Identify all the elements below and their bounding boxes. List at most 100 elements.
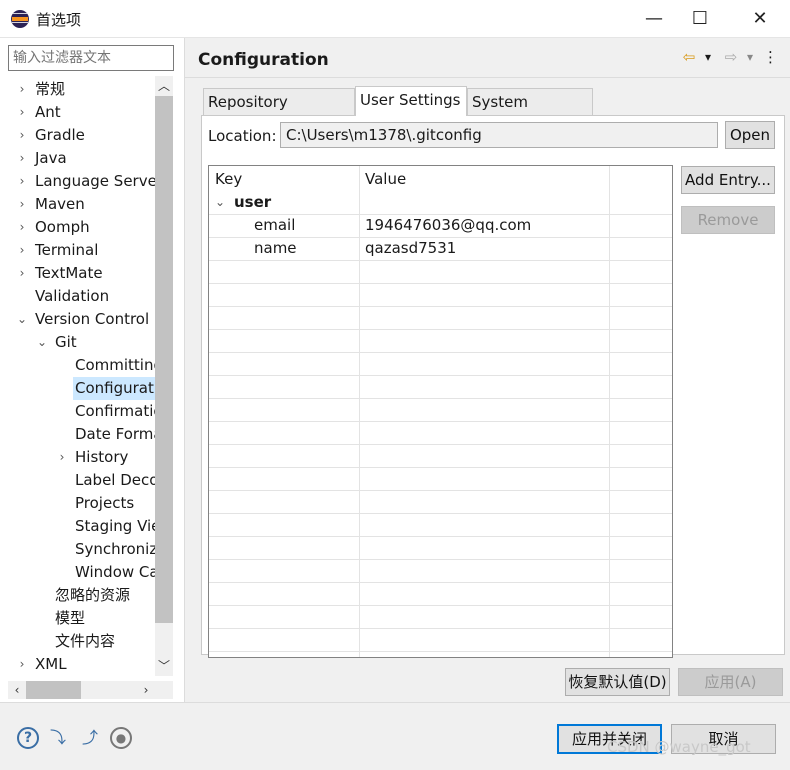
tree-item[interactable]: 文件内容 (0, 630, 155, 653)
scroll-thumb[interactable] (155, 96, 173, 623)
table-row-divider (209, 283, 672, 284)
tab-repository-settings[interactable]: Repository Settings (203, 88, 355, 137)
record-icon[interactable]: ● (110, 727, 132, 749)
collapsed-chevron-icon[interactable]: › (16, 216, 28, 239)
tree-item-label: 模型 (55, 609, 86, 627)
view-menu-icon[interactable]: ⋮ (763, 47, 778, 67)
table-row-divider (209, 375, 672, 376)
tab-user-settings[interactable]: User Settings (355, 86, 467, 116)
table-value-email[interactable]: 1946476036@qq.com (365, 214, 531, 237)
tree-item[interactable]: › History (0, 446, 155, 469)
column-header-key[interactable]: Key (209, 166, 359, 191)
tree-item[interactable]: Synchronize (0, 538, 155, 561)
open-button[interactable]: Open (725, 121, 775, 149)
collapsed-chevron-icon[interactable]: › (16, 147, 28, 170)
tree-item-label: Synchronize (75, 540, 155, 558)
table-row-divider (209, 467, 672, 468)
tree-item[interactable]: Label Decorations (0, 469, 155, 492)
tree-horizontal-scrollbar[interactable]: ‹ › (8, 681, 155, 699)
maximize-button[interactable]: ☐ (677, 0, 723, 38)
expanded-chevron-icon[interactable]: ⌄ (16, 308, 28, 331)
collapsed-chevron-icon[interactable]: › (56, 446, 68, 469)
tree-item[interactable]: Validation (0, 285, 155, 308)
back-dropdown-icon[interactable]: ▾ (701, 47, 715, 67)
scroll-up-icon[interactable]: ︿ (155, 76, 173, 96)
collapsed-chevron-icon[interactable]: › (16, 101, 28, 124)
help-icon[interactable]: ? (17, 727, 39, 749)
tree-item[interactable]: Staging View (0, 515, 155, 538)
collapsed-chevron-icon[interactable]: › (16, 262, 28, 285)
tree-item-label: Gradle (35, 126, 85, 144)
location-field: C:\Users\m1378\.gitconfig (280, 122, 718, 148)
tree-item-label: Label Decorations (75, 471, 155, 489)
expand-chevron-icon[interactable]: ⌄ (215, 191, 229, 214)
location-label: Location: (208, 127, 277, 145)
tree-item[interactable]: › Maven (0, 193, 155, 216)
tree-item[interactable]: Committing (0, 354, 155, 377)
forward-dropdown-icon[interactable]: ▾ (743, 47, 757, 67)
collapsed-chevron-icon[interactable]: › (16, 124, 28, 147)
tree-item[interactable]: ⌄ Git (0, 331, 155, 354)
scroll-left-icon[interactable]: ‹ (8, 680, 26, 700)
tree-item[interactable]: Window Cache (0, 561, 155, 584)
tree-item[interactable]: › TextMate (0, 262, 155, 285)
table-key-email[interactable]: email (254, 214, 295, 237)
tree-item-label: Validation (35, 287, 110, 305)
table-row-divider (209, 352, 672, 353)
tree-item-label: Staging View (75, 517, 155, 535)
table-row-divider (209, 306, 672, 307)
tree-item[interactable]: › Java (0, 147, 155, 170)
tree-item-label: Ant (35, 103, 61, 121)
collapsed-chevron-icon[interactable]: › (16, 239, 28, 262)
tree-item[interactable]: › Terminal (0, 239, 155, 262)
import-icon[interactable]: ⤵ (47, 727, 69, 749)
tree-item[interactable]: › XML (0, 653, 155, 676)
collapsed-chevron-icon[interactable]: › (16, 193, 28, 216)
tree-item-label: Version Control (Team) (35, 310, 155, 328)
remove-button[interactable]: Remove (681, 206, 775, 234)
tree-item[interactable]: 模型 (0, 607, 155, 630)
tree-item-label: Confirmations and Warnings (75, 402, 155, 420)
table-value-name[interactable]: qazasd7531 (365, 237, 456, 260)
section-row-user[interactable]: user (234, 191, 271, 214)
collapsed-chevron-icon[interactable]: › (16, 78, 28, 101)
forward-arrow-icon[interactable]: ⇨ (721, 47, 741, 67)
add-entry-button[interactable]: Add Entry... (681, 166, 775, 194)
collapsed-chevron-icon[interactable]: › (16, 170, 28, 193)
tree-vertical-scrollbar[interactable]: ︿ ﹀ (155, 76, 173, 676)
expanded-chevron-icon[interactable]: ⌄ (36, 331, 48, 354)
table-key-name[interactable]: name (254, 237, 297, 260)
table-row-divider (209, 260, 672, 261)
close-button[interactable]: ✕ (737, 0, 783, 38)
tree-item[interactable]: Confirmations and Warnings (0, 400, 155, 423)
dialog-footer: ? ⤵ ⤴ ● 应用并关闭 取消 (0, 702, 790, 770)
tree-item[interactable]: Projects (0, 492, 155, 515)
tree-item[interactable]: › Gradle (0, 124, 155, 147)
filter-input[interactable] (8, 45, 174, 71)
tree-item[interactable]: Configuration (0, 377, 155, 400)
scroll-down-icon[interactable]: ﹀ (155, 656, 173, 676)
tree-item[interactable]: › 常规 (0, 78, 155, 101)
tree-item-label: Projects (75, 494, 135, 512)
tree-item[interactable]: › Language Servers (0, 170, 155, 193)
tree-item[interactable]: ⌄ Version Control (Team) (0, 308, 155, 331)
export-icon[interactable]: ⤴ (79, 727, 101, 749)
tree-item[interactable]: › Oomph (0, 216, 155, 239)
scroll-thumb[interactable] (26, 681, 81, 699)
collapsed-chevron-icon[interactable]: › (16, 653, 28, 676)
scroll-right-icon[interactable]: › (137, 680, 155, 700)
tab-system-settings[interactable]: System Settings (467, 88, 593, 137)
preference-page: Configuration ⇦ ▾ ⇨ ▾ ⋮ Repository Setti… (185, 38, 790, 702)
apply-button[interactable]: 应用(A) (678, 668, 783, 696)
column-header-value[interactable]: Value (359, 166, 609, 191)
back-arrow-icon[interactable]: ⇦ (679, 47, 699, 67)
tree-item[interactable]: Date Format (0, 423, 155, 446)
tree-item[interactable]: 忽略的资源 (0, 584, 155, 607)
tree-item-label: Git (55, 333, 77, 351)
minimize-button[interactable]: — (631, 0, 677, 38)
table-row-divider (209, 651, 672, 652)
config-table[interactable]: Key Value ⌄ user email 1946476036@qq.com… (208, 165, 673, 658)
restore-defaults-button[interactable]: 恢复默认值(D) (565, 668, 670, 696)
table-row-divider (209, 490, 672, 491)
tree-item[interactable]: › Ant (0, 101, 155, 124)
